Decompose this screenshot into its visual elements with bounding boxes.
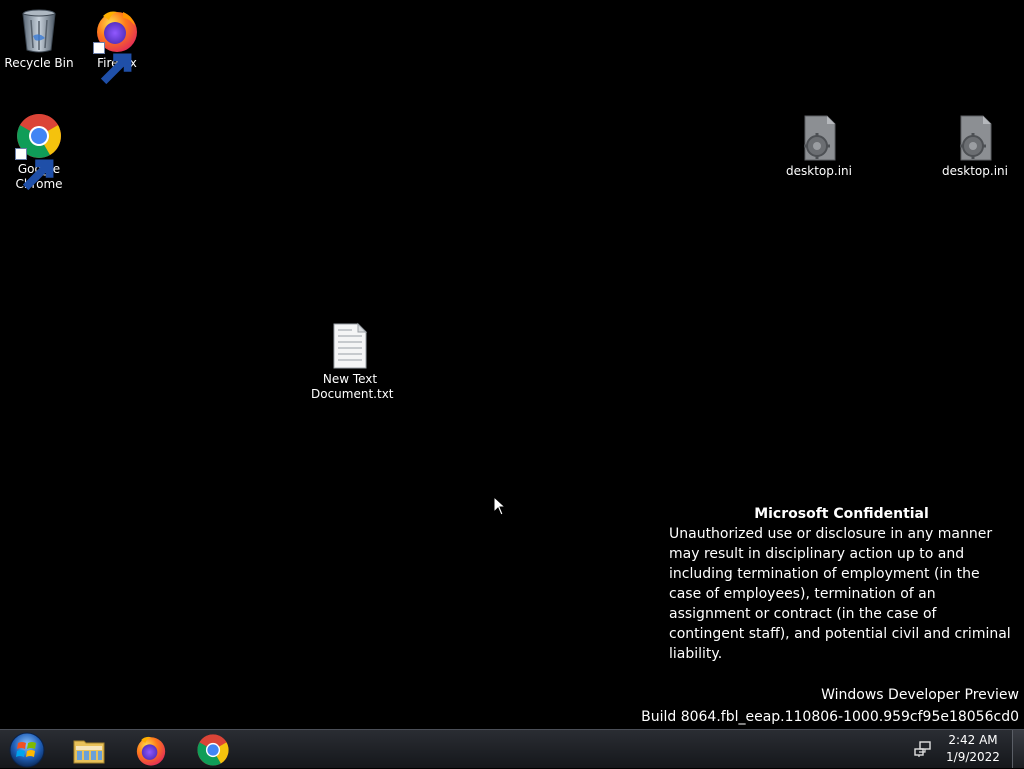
confidential-watermark: Microsoft Confidential Unauthorized use …: [669, 504, 1014, 664]
text-file-icon: [326, 322, 374, 370]
watermark-body: Unauthorized use or disclosure in any ma…: [669, 526, 1011, 662]
build-number: Build 8064.fbl_eeap.110806-1000.959cf95e…: [641, 709, 1019, 725]
desktop[interactable]: Recycle Bin Firefox Google Chrome deskto…: [0, 0, 1024, 729]
desktop-icon-google-chrome[interactable]: Google Chrome: [0, 112, 78, 192]
desktop-icon-label: desktop.ini: [786, 164, 852, 178]
file-explorer-icon: [73, 740, 105, 763]
tray-clock[interactable]: 2:42 AM 1/9/2022: [940, 732, 1006, 766]
chrome-icon: [197, 733, 229, 766]
taskbar-firefox[interactable]: [124, 732, 178, 767]
desktop-icon-label: New Text Document.txt: [311, 372, 394, 401]
desktop-icon-desktop-ini[interactable]: desktop.ini: [936, 114, 1014, 179]
build-info: Windows Developer Preview Build 8064.fbl…: [641, 684, 1019, 728]
windows-start-icon: [9, 732, 45, 767]
desktop-icon-label: Recycle Bin: [4, 56, 74, 70]
chrome-icon: [15, 112, 63, 191]
shortcut-arrow-icon: [15, 148, 54, 191]
taskbar-chrome[interactable]: [186, 732, 240, 767]
firefox-icon: [93, 6, 141, 85]
firefox-icon: [136, 736, 166, 766]
taskbar-file-explorer[interactable]: [62, 732, 116, 767]
recycle-bin-icon: [15, 6, 63, 54]
settings-file-icon: [795, 114, 843, 162]
start-button[interactable]: [2, 732, 52, 767]
desktop-icon-recycle-bin[interactable]: Recycle Bin: [0, 6, 78, 71]
desktop-icon-desktop-ini[interactable]: desktop.ini: [780, 114, 858, 179]
taskbar: 2:42 AM 1/9/2022: [0, 729, 1024, 768]
network-icon[interactable]: [914, 740, 932, 758]
build-edition: Windows Developer Preview: [821, 687, 1019, 703]
desktop-icon-new-text-document[interactable]: New Text Document.txt: [311, 322, 394, 402]
clock-date: 1/9/2022: [946, 750, 1000, 764]
clock-time: 2:42 AM: [948, 733, 998, 747]
mouse-cursor-icon: [493, 496, 507, 516]
show-desktop-button[interactable]: [1012, 730, 1024, 768]
desktop-icon-label: desktop.ini: [942, 164, 1008, 178]
desktop-icon-firefox[interactable]: Firefox: [78, 6, 156, 85]
watermark-title: Microsoft Confidential: [754, 506, 929, 522]
shortcut-arrow-icon: [93, 42, 132, 85]
settings-file-icon: [951, 114, 999, 162]
